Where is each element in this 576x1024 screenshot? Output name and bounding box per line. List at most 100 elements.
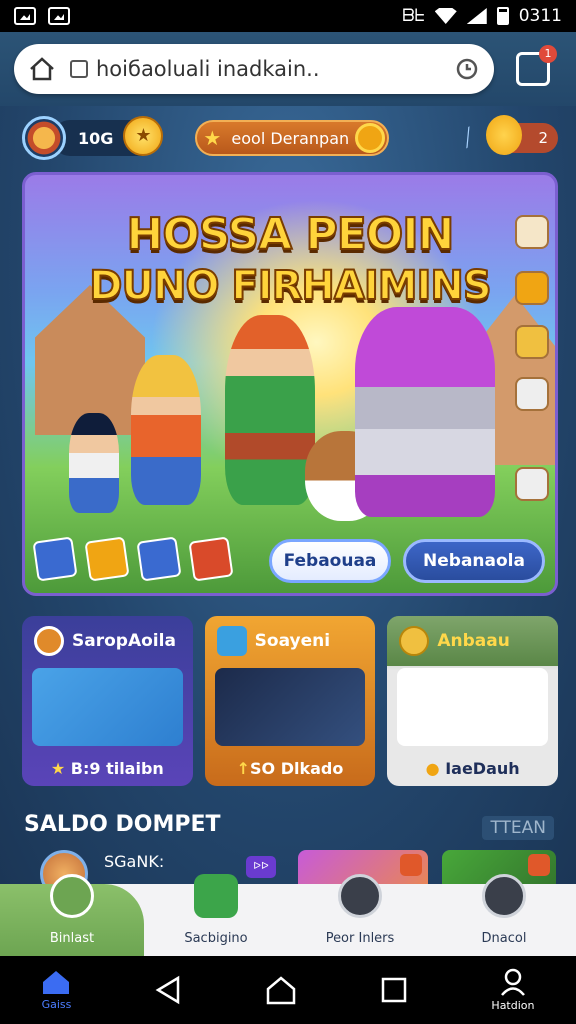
block-items	[32, 536, 234, 582]
rewards-image	[397, 668, 549, 746]
wifi-icon	[434, 8, 457, 24]
block-icon	[188, 536, 234, 582]
home-button[interactable]	[265, 975, 297, 1005]
players-image	[214, 668, 366, 746]
block-icon	[84, 536, 130, 582]
clock: 0311	[518, 6, 562, 26]
ticket-icon	[216, 626, 247, 656]
reload-icon[interactable]	[454, 56, 480, 82]
tab-games[interactable]: Dnacol	[432, 874, 576, 956]
user-icon	[500, 968, 525, 996]
profile-button[interactable]: Hatdion	[491, 968, 535, 1012]
carrier-label: ᗷᖶ	[402, 6, 425, 26]
hero-banner[interactable]: HOSSA PEOIN DUNO FIRHAIMINS Febaouaa Neb…	[22, 172, 558, 596]
character-girl	[131, 355, 201, 505]
status-bar: ᗷᖶ 0311	[0, 0, 576, 32]
badge-icon	[400, 854, 422, 876]
feature-cards: SaropAoila ★ B:9 tilaibn Soayeni ↑SO Dlk…	[22, 616, 559, 786]
back-button[interactable]	[154, 975, 182, 1005]
tab-shop[interactable]: Sacbigino	[144, 874, 288, 956]
bell-icon[interactable]	[515, 271, 549, 305]
home-icon	[50, 874, 94, 918]
page-content: 10G ★ ★ eool Deranpan ⟋ 2 HOSSA PEOIN DU…	[0, 106, 576, 922]
url-text[interactable]: hoiбaoluali inadkain..	[96, 57, 440, 81]
tab-label: Binlast	[49, 931, 95, 946]
star-icon: ★	[50, 759, 71, 778]
tab-label: Dnacol	[481, 931, 527, 946]
notification-badge: 1	[539, 45, 557, 63]
app-home-button[interactable]: Gaiss	[41, 969, 71, 1011]
leaf-icon[interactable]	[515, 377, 549, 411]
gallery-icon	[14, 7, 36, 25]
link-icon[interactable]: ⟋	[455, 123, 482, 152]
block-icon	[136, 536, 182, 582]
notification-button[interactable]: 1	[516, 45, 557, 86]
block-icon	[32, 536, 78, 582]
banner-title: HOSSA PEOIN	[126, 208, 456, 261]
system-navigation-bar: Gaiss Hatdion	[0, 956, 576, 1024]
chest-icon[interactable]	[515, 215, 549, 249]
card-shop[interactable]: SaropAoila ★ B:9 tilaibn	[22, 616, 193, 786]
note-icon[interactable]	[515, 467, 549, 501]
door-icon	[338, 874, 382, 918]
badge-icon	[34, 626, 64, 656]
card-footer: ↑SO Dlkado	[236, 759, 344, 778]
team-tag[interactable]: TTEAN	[482, 816, 554, 840]
photo-icon	[48, 7, 70, 25]
arrow-up-icon: ↑	[236, 759, 251, 778]
character-robot	[355, 307, 495, 517]
character-hero	[225, 315, 315, 505]
tab-players[interactable]: Peor Inlers	[288, 874, 432, 956]
coin-icon: ★	[123, 116, 164, 156]
card-title: SaropAoila	[72, 631, 176, 651]
coin-icon: ●	[425, 759, 446, 778]
browser-bar: hoiбaoluali inadkain.. 1	[0, 32, 576, 106]
card-players[interactable]: Soayeni ↑SO Dlkado	[204, 616, 376, 786]
mascot-counter[interactable]: 2	[486, 115, 558, 155]
recents-button[interactable]	[380, 976, 408, 1004]
search-icon	[355, 123, 386, 153]
bottom-tab-bar: Binlast Sacbigino Peor Inlers Dnacol	[0, 874, 576, 956]
mascot-count: 2	[538, 129, 548, 147]
profile-label: Hatdion	[491, 999, 535, 1012]
avatar[interactable]	[22, 116, 66, 160]
character-boy	[69, 413, 119, 513]
banner-subtitle: DUNO FIRHAIMINS	[88, 262, 492, 310]
coin-balance[interactable]: 10G ★	[52, 116, 164, 156]
card-title: Soayeni	[254, 631, 331, 651]
coin-value: 10G	[78, 128, 114, 148]
square-icon	[382, 977, 407, 1003]
event-label: eool Deranpan	[231, 128, 350, 148]
shop-icon	[194, 874, 238, 918]
address-bar[interactable]: hoiбaoluali inadkain..	[14, 44, 494, 94]
card-header: Anbaau	[387, 616, 559, 666]
card-header: SaropAoila	[22, 616, 193, 666]
wallet-badge: ᐅᐅ	[246, 856, 276, 878]
section-title: SALDO DOMPET	[24, 812, 221, 837]
tab-label: Peor Inlers	[325, 931, 395, 946]
back-icon	[156, 975, 180, 1005]
signal-icon	[466, 8, 487, 24]
scroll-icon[interactable]	[515, 325, 549, 359]
coin-icon	[399, 626, 430, 656]
banner-secondary-button[interactable]: Nebanaola	[403, 539, 545, 583]
home-icon	[43, 971, 70, 994]
card-header: Soayeni	[205, 616, 376, 666]
lock-icon	[70, 60, 88, 78]
treasure-chest-image	[32, 668, 183, 746]
badge-icon	[528, 854, 550, 876]
star-icon: ★	[203, 126, 222, 150]
house-icon	[267, 976, 296, 1005]
home-icon[interactable]	[28, 56, 56, 82]
tab-home[interactable]: Binlast	[0, 874, 144, 956]
tab-label: Sacbigino	[184, 931, 248, 946]
banner-primary-button[interactable]: Febaouaa	[269, 539, 391, 583]
card-rewards[interactable]: Anbaau ● IaeDauh	[387, 616, 559, 786]
event-button[interactable]: ★ eool Deranpan	[195, 120, 390, 156]
top-stats-row: 10G ★ ★ eool Deranpan ⟋ 2	[22, 115, 558, 160]
battery-icon	[496, 7, 509, 25]
gamepad-icon	[482, 874, 526, 918]
home-label: Gaiss	[41, 998, 72, 1011]
card-footer: ● IaeDauh	[425, 759, 520, 778]
card-footer: ★ B:9 tilaibn	[50, 759, 164, 778]
